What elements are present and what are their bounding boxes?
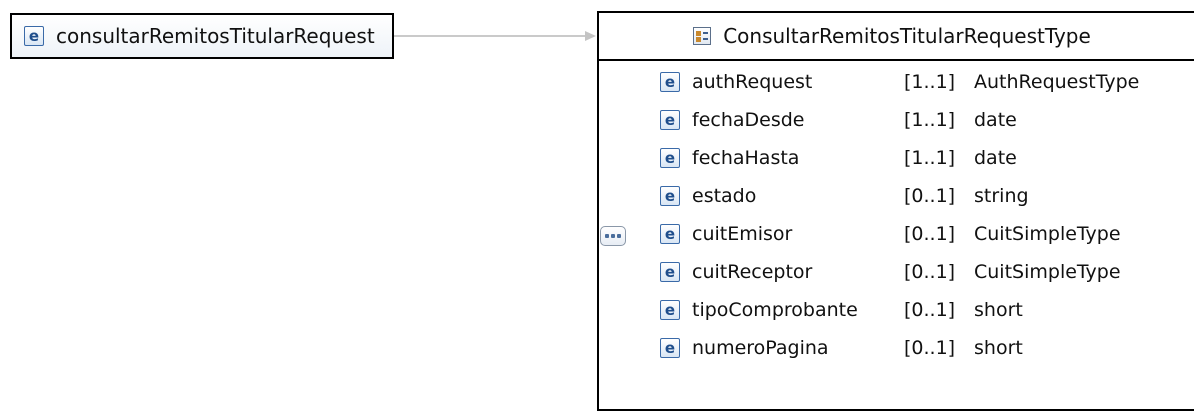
element-cardinality: [0..1] bbox=[904, 299, 956, 321]
element-row[interactable]: e fechaDesde [1..1] date bbox=[660, 102, 1017, 138]
element-row[interactable]: e estado [0..1] string bbox=[660, 178, 1029, 214]
element-name: fechaDesde bbox=[692, 109, 805, 131]
element-cardinality: [0..1] bbox=[904, 223, 956, 245]
element-icon: e bbox=[660, 72, 680, 92]
element-row[interactable]: e cuitReceptor [0..1] CuitSimpleType bbox=[660, 254, 1121, 290]
element-cardinality: [1..1] bbox=[904, 147, 956, 169]
element-icon: e bbox=[660, 110, 680, 130]
element-name: numeroPagina bbox=[692, 337, 829, 359]
element-cardinality: [1..1] bbox=[904, 109, 956, 131]
complex-type-name: ConsultarRemitosTitularRequestType bbox=[723, 24, 1091, 48]
element-type: CuitSimpleType bbox=[974, 223, 1121, 245]
element-type: short bbox=[974, 337, 1023, 359]
element-icon: e bbox=[24, 26, 44, 46]
element-icon: e bbox=[660, 300, 680, 320]
sequence-compositor-icon[interactable] bbox=[600, 226, 626, 246]
complex-type-header[interactable]: ConsultarRemitosTitularRequestType bbox=[599, 13, 1194, 61]
element-icon: e bbox=[660, 148, 680, 168]
root-element[interactable]: e consultarRemitosTitularRequest bbox=[10, 13, 394, 59]
element-row[interactable]: e tipoComprobante [0..1] short bbox=[660, 292, 1023, 328]
element-row[interactable]: e authRequest [1..1] AuthRequestType bbox=[660, 64, 1139, 100]
element-name: tipoComprobante bbox=[692, 299, 858, 321]
root-element-name: consultarRemitosTitularRequest bbox=[56, 24, 375, 48]
element-name: authRequest bbox=[692, 71, 813, 93]
element-type: date bbox=[974, 109, 1017, 131]
complex-type-icon bbox=[693, 27, 712, 45]
element-cardinality: [0..1] bbox=[904, 261, 956, 283]
element-name: cuitEmisor bbox=[692, 223, 793, 245]
element-type: string bbox=[974, 185, 1029, 207]
element-cardinality: [0..1] bbox=[904, 337, 956, 359]
element-icon: e bbox=[660, 338, 680, 358]
element-row[interactable]: e numeroPagina [0..1] short bbox=[660, 330, 1023, 366]
element-icon: e bbox=[660, 262, 680, 282]
element-row[interactable]: e cuitEmisor [0..1] CuitSimpleType bbox=[660, 216, 1121, 252]
element-row[interactable]: e fechaHasta [1..1] date bbox=[660, 140, 1017, 176]
element-icon: e bbox=[660, 224, 680, 244]
element-type: AuthRequestType bbox=[974, 71, 1140, 93]
element-type: CuitSimpleType bbox=[974, 261, 1121, 283]
element-name: estado bbox=[692, 185, 757, 207]
element-cardinality: [1..1] bbox=[904, 71, 956, 93]
element-name: cuitReceptor bbox=[692, 261, 813, 283]
element-name: fechaHasta bbox=[692, 147, 800, 169]
element-cardinality: [0..1] bbox=[904, 185, 956, 207]
element-icon: e bbox=[660, 186, 680, 206]
element-type: date bbox=[974, 147, 1017, 169]
element-type: short bbox=[974, 299, 1023, 321]
